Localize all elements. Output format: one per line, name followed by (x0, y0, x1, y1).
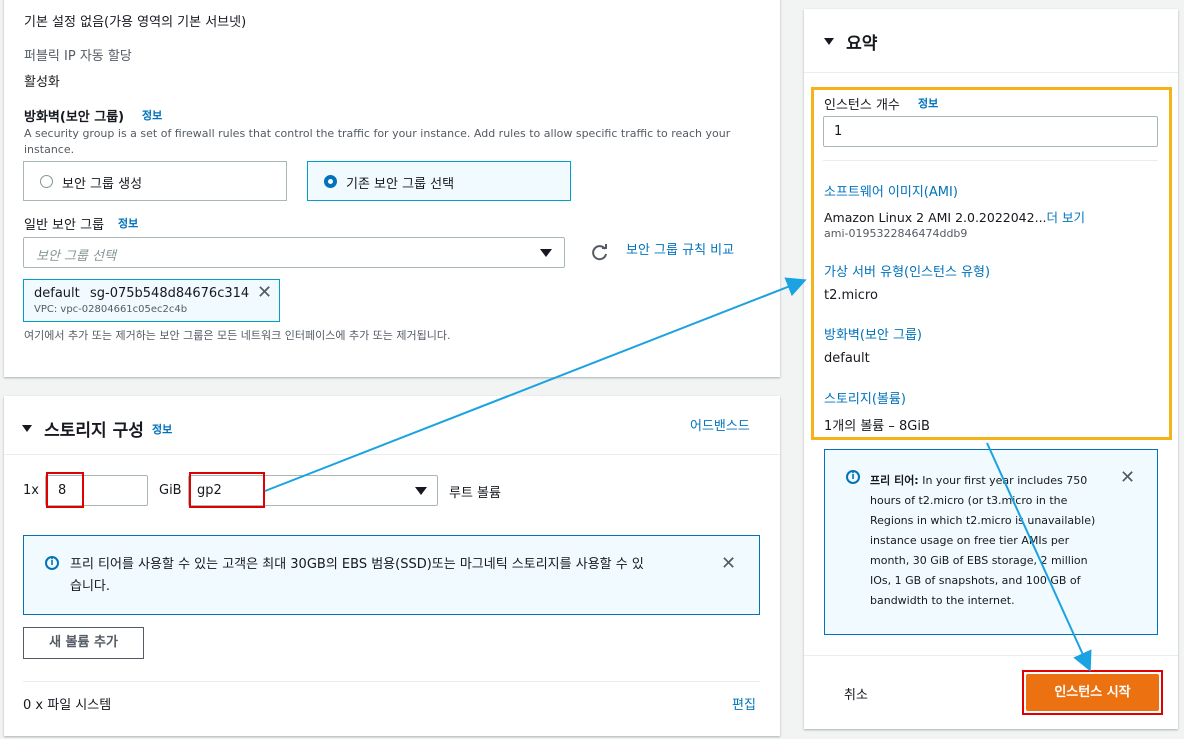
volume-size-value: 8 (58, 483, 67, 498)
summary-free-tier-line-0: 프리 티어: In your first year includes 750 (870, 471, 1110, 491)
volume-size-unit: GiB (159, 483, 182, 498)
summary-title: 요약 (846, 34, 878, 54)
refresh-icon[interactable] (590, 243, 610, 263)
public-ip-value: 활성화 (24, 75, 60, 90)
sg-select-placeholder: 보안 그룹 선택 (36, 249, 117, 264)
summary-free-tier-line-5: IOs, 1 GB of snapshots, and 100 GB of (870, 574, 1081, 587)
summary-header[interactable]: 요약 (824, 29, 877, 54)
filesystem-divider (23, 681, 760, 682)
sg-token-name: default (34, 286, 80, 301)
summary-free-tier-line-6: bandwidth to the internet. (870, 594, 1015, 607)
firewall-description: A security group is a set of firewall ru… (24, 126, 764, 158)
volume-count: 1x (23, 483, 39, 498)
summary-free-tier-title: 프리 티어: (870, 474, 919, 487)
edit-filesystems-link[interactable]: 편집 (732, 694, 756, 713)
caret-down-icon (22, 425, 32, 432)
ami-value: Amazon Linux 2 AMI 2.0.2022042...더 보기 (824, 207, 1085, 226)
sg-note: 여기에서 추가 또는 제거하는 보안 그룹은 모든 네트워크 인터페이스에 추가… (24, 329, 451, 342)
summary-free-tier-line-0-text: In your first year includes 750 (922, 474, 1088, 487)
summary-free-tier-line-4: month, 30 GiB of EBS storage, 2 million (870, 554, 1088, 567)
info-icon: i (846, 470, 860, 484)
info-icon: i (45, 556, 59, 570)
storage-free-tier-text: 프리 티어를 사용할 수 있는 고객은 최대 30GB의 EBS 범용(SSD)… (70, 554, 710, 598)
instance-count-input[interactable]: 1 (823, 116, 1158, 147)
launch-instance-button[interactable]: 인스턴스 시작 (1026, 674, 1159, 711)
summary-free-tier-line-3: instance usage on free tier AMIs per (870, 534, 1070, 547)
radio-existing-sg[interactable]: 기존 보안 그룹 선택 (307, 161, 571, 201)
common-sg-info-link[interactable]: 정보 (118, 215, 138, 231)
firewall-description-line2: instance. (24, 143, 75, 156)
ami-link[interactable]: 소프트웨어 이미지(AMI) (824, 181, 958, 200)
storage-title: 스토리지 구성 (44, 421, 144, 441)
ami-more-link[interactable]: 더 보기 (1047, 210, 1085, 225)
storage-free-tier-alert: i 프리 티어를 사용할 수 있는 고객은 최대 30GB의 EBS 범용(SS… (23, 535, 760, 615)
radio-create-sg-circle[interactable] (40, 175, 53, 188)
firewall-info-link[interactable]: 정보 (142, 107, 162, 123)
storage-info-link[interactable]: 정보 (152, 423, 172, 436)
summary-free-tier-line-1: hours of t2.micro (or t3.micro in the (870, 494, 1068, 507)
close-icon[interactable]: ✕ (257, 284, 272, 302)
chevron-down-icon (415, 487, 427, 495)
public-ip-label: 퍼블릭 IP 자동 할당 (24, 49, 132, 64)
storage-summary-link[interactable]: 스토리지(볼륨) (824, 388, 906, 407)
sg-token-id: sg-075b548d84676c314 (90, 286, 250, 301)
common-sg-label: 일반 보안 그룹 (24, 218, 105, 233)
summary-free-tier-line-2: Regions in which t2.micro is unavailable… (870, 514, 1096, 527)
caret-down-icon (824, 38, 834, 45)
summary-header-divider (804, 72, 1178, 73)
radio-create-sg[interactable]: 보안 그룹 생성 (23, 161, 287, 201)
instance-count-label: 인스턴스 개수 (824, 98, 900, 113)
close-icon[interactable]: ✕ (721, 555, 736, 573)
cancel-button[interactable]: 취소 (844, 684, 868, 703)
close-icon[interactable]: ✕ (1120, 469, 1135, 487)
volume-type-select[interactable]: gp2 (188, 472, 438, 508)
instance-type-value: t2.micro (824, 288, 878, 303)
subnet-value: 기본 설정 없음(가용 영역의 기본 서브넷) (24, 15, 247, 30)
firewall-summary-link[interactable]: 방화벽(보안 그룹) (824, 324, 922, 343)
storage-free-tier-line1: 프리 티어를 사용할 수 있는 고객은 최대 30GB의 EBS 범용(SSD)… (70, 557, 644, 572)
radio-existing-sg-label: 기존 보안 그룹 선택 (346, 177, 455, 192)
storage-summary-value: 1개의 볼륨 – 8GiB (824, 419, 930, 434)
sg-token-vpc: VPC: vpc-02804661c05ec2c4b (34, 304, 188, 315)
volume-size-input[interactable]: 8 (45, 472, 148, 508)
instance-count-info-link[interactable]: 정보 (918, 95, 938, 111)
network-settings-panel: 기본 설정 없음(가용 영역의 기본 서브넷) 퍼블릭 IP 자동 할당 활성화… (4, 0, 780, 377)
storage-panel: 스토리지 구성 정보 어드밴스드 1x 8 GiB gp2 루트 볼륨 i 프리… (4, 396, 780, 736)
summary-footer-divider (804, 655, 1178, 656)
storage-free-tier-line2: 습니다. (70, 579, 111, 594)
instance-type-link[interactable]: 가상 서버 유형(인스턴스 유형) (824, 261, 990, 280)
advanced-link[interactable]: 어드밴스드 (690, 415, 750, 434)
storage-header-divider (4, 454, 780, 455)
firewall-summary-value: default (824, 351, 870, 366)
compare-sg-rules-link[interactable]: 보안 그룹 규칙 비교 (626, 239, 734, 258)
root-volume-label: 루트 볼륨 (449, 486, 501, 501)
summary-panel: 요약 인스턴스 개수 정보 1 소프트웨어 이미지(AMI) Amazon Li… (804, 9, 1178, 729)
volume-type-value: gp2 (197, 483, 222, 498)
summary-free-tier-alert: i 프리 티어: In your first year includes 750… (824, 449, 1158, 635)
firewall-label: 방화벽(보안 그룹) (24, 110, 125, 125)
firewall-description-line1: A security group is a set of firewall ru… (24, 127, 731, 140)
ami-id: ami-0195322846474ddb9 (824, 227, 968, 240)
radio-existing-sg-circle[interactable] (324, 175, 337, 188)
chevron-down-icon (540, 249, 552, 257)
summary-divider (823, 160, 1158, 161)
ami-value-text: Amazon Linux 2 AMI 2.0.2022042... (824, 210, 1047, 225)
radio-create-sg-label: 보안 그룹 생성 (62, 177, 143, 192)
sg-select-dropdown[interactable]: 보안 그룹 선택 (23, 237, 565, 268)
storage-header[interactable]: 스토리지 구성 정보 (22, 416, 172, 441)
sg-token: default sg-075b548d84676c314 VPC: vpc-02… (23, 279, 280, 322)
summary-free-tier-text: 프리 티어: In your first year includes 750 h… (870, 471, 1110, 611)
add-volume-button[interactable]: 새 볼륨 추가 (23, 627, 144, 659)
filesystems-label: 0 x 파일 시스템 (23, 698, 112, 713)
instance-count-value: 1 (834, 124, 843, 139)
